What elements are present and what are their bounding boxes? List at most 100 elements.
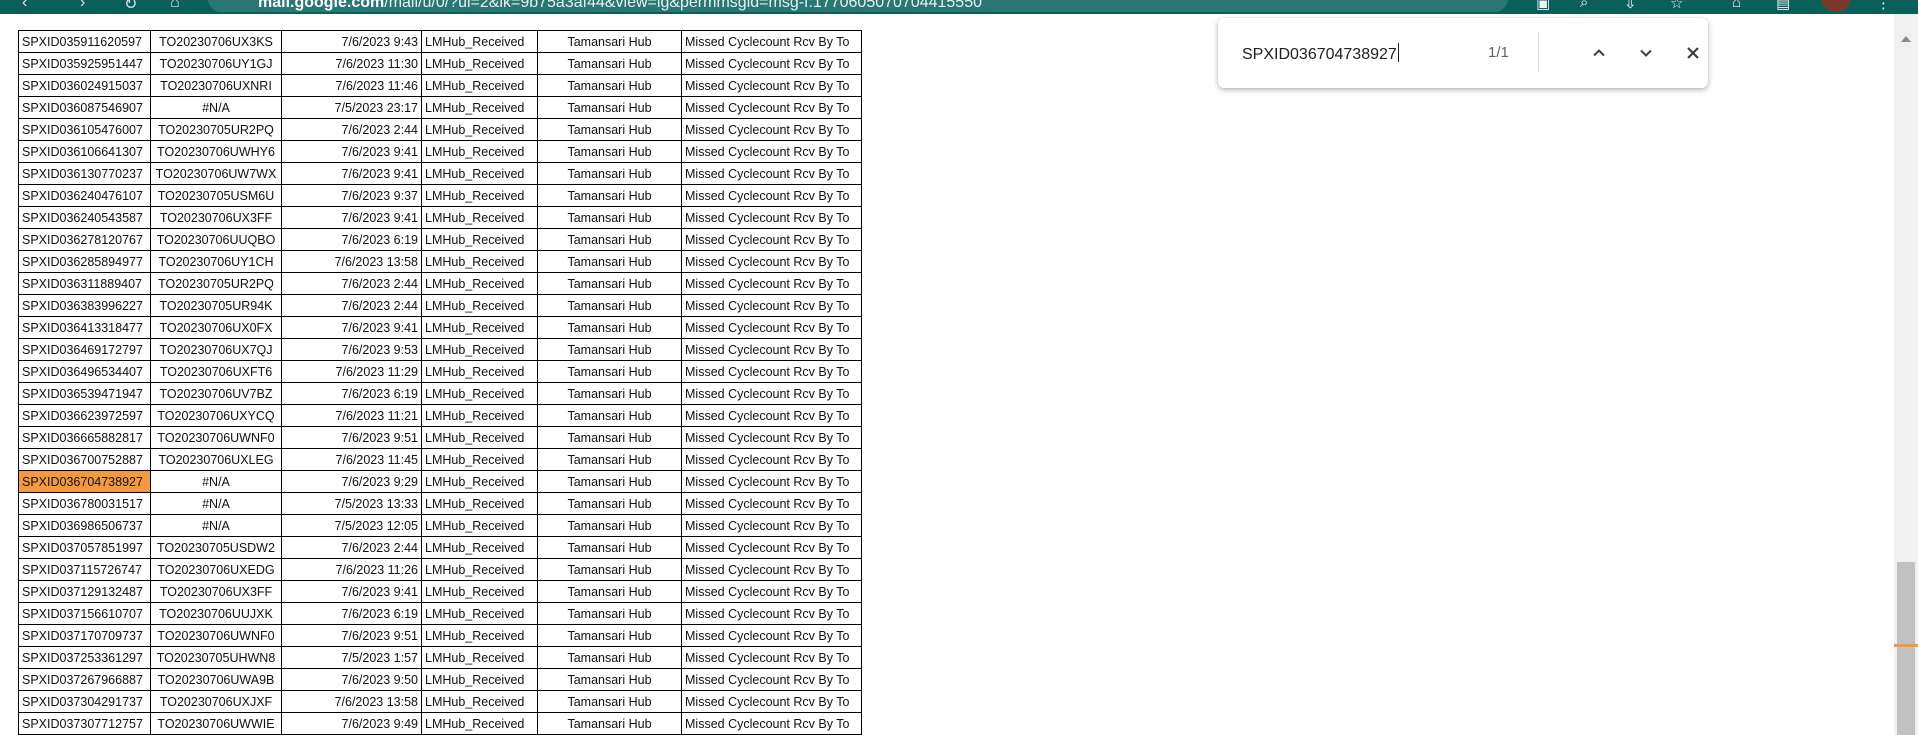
cell-awb[interactable]: SPXID036087546907 xyxy=(18,96,151,119)
cell-status[interactable]: LMHub_Received xyxy=(421,580,538,603)
find-close-button[interactable] xyxy=(1678,38,1708,68)
cell-to-number[interactable]: #N/A xyxy=(150,96,282,119)
cell-reason[interactable]: Missed Cyclecount Rcv By To xyxy=(681,492,862,515)
cell-to-number[interactable]: #N/A xyxy=(150,492,282,515)
cell-hub[interactable]: Tamansari Hub xyxy=(537,646,682,669)
cell-hub[interactable]: Tamansari Hub xyxy=(537,250,682,273)
cell-timestamp[interactable]: 7/6/2023 9:41 xyxy=(281,206,422,229)
cell-status[interactable]: LMHub_Received xyxy=(421,30,538,53)
bookmark-star-icon[interactable]: ☆ xyxy=(1670,0,1683,12)
cell-to-number[interactable]: TO20230705UHWN8 xyxy=(150,646,282,669)
cell-to-number[interactable]: TO20230705UR2PQ xyxy=(150,272,282,295)
cell-reason[interactable]: Missed Cyclecount Rcv By To xyxy=(681,712,862,735)
cell-timestamp[interactable]: 7/6/2023 9:43 xyxy=(281,30,422,53)
cell-reason[interactable]: Missed Cyclecount Rcv By To xyxy=(681,448,862,471)
cell-timestamp[interactable]: 7/5/2023 1:57 xyxy=(281,646,422,669)
cell-hub[interactable]: Tamansari Hub xyxy=(537,228,682,251)
cell-reason[interactable]: Missed Cyclecount Rcv By To xyxy=(681,536,862,559)
cell-reason[interactable]: Missed Cyclecount Rcv By To xyxy=(681,206,862,229)
cell-timestamp[interactable]: 7/6/2023 11:46 xyxy=(281,74,422,97)
cell-status[interactable]: LMHub_Received xyxy=(421,470,538,493)
cell-status[interactable]: LMHub_Received xyxy=(421,602,538,625)
cell-reason[interactable]: Missed Cyclecount Rcv By To xyxy=(681,162,862,185)
cell-awb[interactable]: SPXID036278120767 xyxy=(18,228,151,251)
cell-awb[interactable]: SPXID036106641307 xyxy=(18,140,151,163)
find-input[interactable]: SPXID036704738927 xyxy=(1242,43,1399,64)
cell-hub[interactable]: Tamansari Hub xyxy=(537,580,682,603)
cell-reason[interactable]: Missed Cyclecount Rcv By To xyxy=(681,668,862,691)
cell-to-number[interactable]: #N/A xyxy=(150,470,282,493)
cell-reason[interactable]: Missed Cyclecount Rcv By To xyxy=(681,338,862,361)
cell-hub[interactable]: Tamansari Hub xyxy=(537,30,682,53)
cell-timestamp[interactable]: 7/6/2023 11:30 xyxy=(281,52,422,75)
cell-reason[interactable]: Missed Cyclecount Rcv By To xyxy=(681,250,862,273)
cell-status[interactable]: LMHub_Received xyxy=(421,360,538,383)
cell-status[interactable]: LMHub_Received xyxy=(421,316,538,339)
cell-status[interactable]: LMHub_Received xyxy=(421,646,538,669)
cell-awb[interactable]: SPXID036539471947 xyxy=(18,382,151,405)
cell-to-number[interactable]: TO20230706UV7BZ xyxy=(150,382,282,405)
cell-reason[interactable]: Missed Cyclecount Rcv By To xyxy=(681,470,862,493)
cell-reason[interactable]: Missed Cyclecount Rcv By To xyxy=(681,514,862,537)
cell-hub[interactable]: Tamansari Hub xyxy=(537,470,682,493)
cell-awb[interactable]: SPXID036240476107 xyxy=(18,184,151,207)
cell-status[interactable]: LMHub_Received xyxy=(421,668,538,691)
cell-status[interactable]: LMHub_Received xyxy=(421,448,538,471)
cell-awb[interactable]: SPXID036780031517 xyxy=(18,492,151,515)
cell-to-number[interactable]: TO20230706UX3FF xyxy=(150,206,282,229)
cell-to-number[interactable]: TO20230706UY1GJ xyxy=(150,52,282,75)
cell-status[interactable]: LMHub_Received xyxy=(421,96,538,119)
cell-reason[interactable]: Missed Cyclecount Rcv By To xyxy=(681,118,862,141)
cell-awb[interactable]: SPXID036700752887 xyxy=(18,448,151,471)
cell-to-number[interactable]: TO20230706UWNF0 xyxy=(150,426,282,449)
cell-status[interactable]: LMHub_Received xyxy=(421,338,538,361)
cell-awb[interactable]: SPXID037057851997 xyxy=(18,536,151,559)
cell-hub[interactable]: Tamansari Hub xyxy=(537,712,682,735)
cell-awb[interactable]: SPXID036105476007 xyxy=(18,118,151,141)
cell-timestamp[interactable]: 7/6/2023 6:19 xyxy=(281,382,422,405)
cell-timestamp[interactable]: 7/6/2023 11:29 xyxy=(281,360,422,383)
cell-timestamp[interactable]: 7/6/2023 9:41 xyxy=(281,140,422,163)
cell-to-number[interactable]: TO20230706UWNF0 xyxy=(150,624,282,647)
cell-awb[interactable]: SPXID036240543587 xyxy=(18,206,151,229)
cell-hub[interactable]: Tamansari Hub xyxy=(537,118,682,141)
cell-hub[interactable]: Tamansari Hub xyxy=(537,162,682,185)
install-icon[interactable]: ⇩ xyxy=(1624,0,1637,12)
cell-awb[interactable]: SPXID037307712757 xyxy=(18,712,151,735)
cell-reason[interactable]: Missed Cyclecount Rcv By To xyxy=(681,360,862,383)
cell-timestamp[interactable]: 7/6/2023 9:41 xyxy=(281,580,422,603)
cell-reason[interactable]: Missed Cyclecount Rcv By To xyxy=(681,624,862,647)
cell-awb[interactable]: SPXID036285894977 xyxy=(18,250,151,273)
cell-awb[interactable]: SPXID037170709737 xyxy=(18,624,151,647)
cell-awb[interactable]: SPXID036665882817 xyxy=(18,426,151,449)
cell-timestamp[interactable]: 7/6/2023 2:44 xyxy=(281,536,422,559)
address-bar-text[interactable]: mail.google.com/mail/u/0/?ui=2&ik=9b75a3… xyxy=(258,0,982,12)
cell-reason[interactable]: Missed Cyclecount Rcv By To xyxy=(681,580,862,603)
cell-hub[interactable]: Tamansari Hub xyxy=(537,338,682,361)
cell-reason[interactable]: Missed Cyclecount Rcv By To xyxy=(681,426,862,449)
cell-to-number[interactable]: TO20230706UWWIE xyxy=(150,712,282,735)
cell-timestamp[interactable]: 7/6/2023 2:44 xyxy=(281,118,422,141)
cell-hub[interactable]: Tamansari Hub xyxy=(537,448,682,471)
cell-status[interactable]: LMHub_Received xyxy=(421,206,538,229)
cell-hub[interactable]: Tamansari Hub xyxy=(537,294,682,317)
cell-reason[interactable]: Missed Cyclecount Rcv By To xyxy=(681,30,862,53)
profile-avatar[interactable] xyxy=(1822,0,1850,12)
cell-status[interactable]: LMHub_Received xyxy=(421,228,538,251)
cell-hub[interactable]: Tamansari Hub xyxy=(537,602,682,625)
cell-to-number[interactable]: TO20230706UXNRI xyxy=(150,74,282,97)
cell-status[interactable]: LMHub_Received xyxy=(421,250,538,273)
cell-timestamp[interactable]: 7/6/2023 2:44 xyxy=(281,272,422,295)
cell-to-number[interactable]: TO20230706UUJXK xyxy=(150,602,282,625)
cell-status[interactable]: LMHub_Received xyxy=(421,272,538,295)
cell-to-number[interactable]: TO20230706UUQBO xyxy=(150,228,282,251)
cell-timestamp[interactable]: 7/6/2023 9:37 xyxy=(281,184,422,207)
cell-timestamp[interactable]: 7/6/2023 11:21 xyxy=(281,404,422,427)
cell-hub[interactable]: Tamansari Hub xyxy=(537,536,682,559)
cell-timestamp[interactable]: 7/6/2023 9:29 xyxy=(281,470,422,493)
cell-awb[interactable]: SPXID035911620597 xyxy=(18,30,151,53)
cell-hub[interactable]: Tamansari Hub xyxy=(537,492,682,515)
cell-status[interactable]: LMHub_Received xyxy=(421,624,538,647)
cell-hub[interactable]: Tamansari Hub xyxy=(537,514,682,537)
cell-status[interactable]: LMHub_Received xyxy=(421,74,538,97)
